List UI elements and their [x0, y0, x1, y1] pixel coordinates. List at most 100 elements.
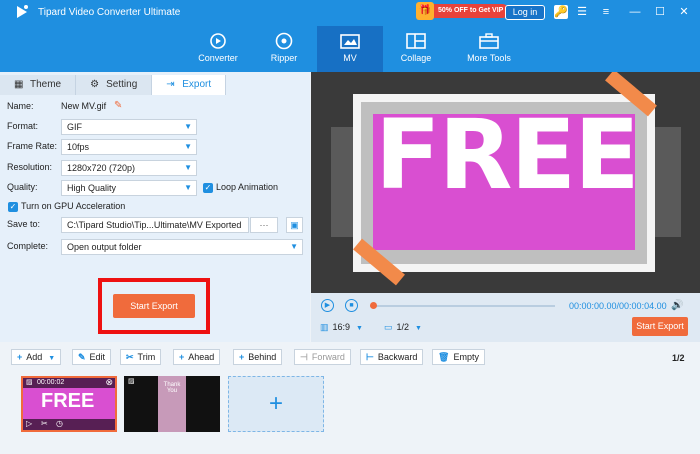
trim-button[interactable]: ✂ Trim [120, 349, 162, 365]
saveto-field[interactable]: C:\Tipard Studio\Tip...Ultimate\MV Expor… [61, 217, 249, 233]
backward-label: Backward [377, 352, 418, 362]
clock-icon[interactable]: ◷ [56, 419, 63, 428]
loop-label: Loop Animation [216, 182, 279, 192]
feedback-icon[interactable]: ☰ [575, 5, 589, 19]
resolution-row: Resolution: 1280x720 (720p) ▼ [0, 160, 310, 176]
forward-button[interactable]: ⊣ Forward [294, 349, 351, 365]
minimize-icon[interactable]: — [628, 5, 642, 19]
aspect-ratio-select[interactable]: ▥ 16:9 ▼ [320, 322, 363, 333]
format-select[interactable]: GIF ▼ [61, 119, 197, 135]
forward-icon: ⊣ [300, 352, 308, 362]
framerate-select[interactable]: 10fps ▼ [61, 139, 197, 155]
toolbox-icon [479, 33, 499, 49]
edit-button[interactable]: ✎ Edit [72, 349, 112, 365]
name-row: Name: New MV.gif ✎ [0, 99, 310, 115]
export-panel: ▦ Theme ⚙ Setting ⇥ Export Name: New MV.gif… [0, 72, 310, 342]
start-export-button[interactable]: Start Export [113, 294, 195, 318]
chevron-down-icon: ▼ [356, 325, 363, 332]
volume-icon[interactable]: 🔊 [671, 300, 683, 312]
tab-export[interactable]: ⇥ Export [152, 75, 227, 95]
play-icon[interactable]: ▷ [26, 419, 32, 428]
gpu-checkbox[interactable]: ✓ Turn on GPU Acceleration [8, 201, 125, 212]
close-icon[interactable]: ✕ [677, 5, 691, 19]
mv-icon [340, 34, 360, 49]
format-label: Format: [7, 121, 39, 131]
quality-value: High Quality [67, 183, 117, 193]
ahead-button[interactable]: + Ahead [173, 349, 221, 365]
browse-button[interactable]: ··· [250, 217, 278, 233]
backward-icon: ⊢ [366, 352, 374, 362]
promo-badge[interactable]: 🎁 50% OFF to Get VIP [416, 2, 510, 20]
maximize-icon[interactable]: ☐ [653, 5, 667, 19]
nav-ripper[interactable]: Ripper [251, 26, 317, 72]
loop-animation-checkbox[interactable]: ✓ Loop Animation [203, 182, 278, 193]
gift-icon: 🎁 [416, 2, 434, 20]
add-clip-slot[interactable]: + [228, 376, 324, 432]
screen-value: 1/2 [396, 322, 410, 332]
framerate-row: Frame Rate: 10fps ▼ [0, 139, 310, 155]
nav-label: Collage [400, 53, 432, 63]
progress-knob[interactable] [370, 302, 377, 309]
plus-icon: + [17, 352, 23, 362]
app-logo-icon [17, 5, 28, 18]
key-icon[interactable]: 🔑 [554, 5, 568, 19]
chevron-down-icon: ▼ [184, 183, 192, 192]
trash-icon: 🗑 [438, 352, 450, 362]
name-label: Name: [7, 101, 34, 111]
format-row: Format: GIF ▼ [0, 119, 310, 135]
plus-icon: + [268, 390, 283, 417]
clip-duration: 00:00:02 [37, 379, 65, 386]
resolution-value: 1280x720 (720p) [67, 163, 136, 173]
check-icon: ✓ [8, 201, 18, 212]
resolution-label: Resolution: [7, 162, 53, 172]
behind-button[interactable]: + Behind [233, 349, 283, 365]
progress-track[interactable] [370, 305, 555, 307]
add-button[interactable]: + Add ▼ [11, 349, 62, 365]
gear-icon: ⚙ [90, 79, 100, 90]
name-value: New MV.gif [61, 101, 107, 111]
edit-name-icon[interactable]: ✎ [114, 100, 122, 111]
backward-button[interactable]: ⊢ Backward [360, 349, 424, 365]
nav-label: MV [343, 53, 357, 63]
empty-button[interactable]: 🗑 Empty [432, 349, 485, 365]
gpu-label: Turn on GPU Acceleration [21, 201, 126, 211]
aspect-ratio-icon: ▥ [320, 322, 329, 332]
quality-select[interactable]: High Quality ▼ [61, 180, 197, 196]
quality-row: Quality: High Quality ▼ ✓ Loop Animation [0, 180, 310, 196]
resolution-select[interactable]: 1280x720 (720p) ▼ [61, 160, 197, 176]
nav-more-tools[interactable]: More Tools [449, 26, 529, 72]
clip-text: FREE [41, 390, 95, 412]
screen-select[interactable]: ▭ 1/2 ▼ [384, 322, 422, 333]
nav-converter[interactable]: Converter [185, 26, 251, 72]
gpu-row: ✓ Turn on GPU Acceleration [0, 199, 310, 215]
quality-label: Quality: [7, 182, 38, 192]
chevron-down-icon: ▼ [290, 242, 298, 251]
saveto-label: Save to: [7, 219, 41, 229]
nav-mv[interactable]: MV [317, 26, 383, 72]
play-icon[interactable]: ▶ [321, 299, 334, 312]
framerate-value: 10fps [67, 142, 90, 152]
export-icon: ⇥ [166, 79, 175, 90]
screen-icon: ▭ [384, 322, 393, 332]
preview-start-export-button[interactable]: Start Export [632, 317, 688, 336]
edit-icon: ✎ [78, 352, 86, 362]
complete-select[interactable]: Open output folder ▼ [61, 239, 303, 255]
login-button[interactable]: Log in [505, 5, 545, 20]
crop-icon[interactable]: ✂ [41, 419, 48, 428]
timeline-clip-1[interactable]: ▨ 00:00:02 ⊗ FREE ▷ ✂ ◷ [21, 376, 117, 432]
chevron-down-icon: ▼ [415, 325, 422, 332]
stop-icon[interactable]: ■ [345, 299, 358, 312]
tab-theme[interactable]: ▦ Theme [0, 75, 77, 95]
panel-tabs: ▦ Theme ⚙ Setting ⇥ Export [0, 75, 227, 95]
menu-icon[interactable]: ≡ [599, 5, 613, 19]
tab-setting[interactable]: ⚙ Setting [76, 75, 153, 95]
check-icon: ✓ [203, 182, 213, 193]
open-folder-icon[interactable]: ▣ [286, 217, 303, 233]
clip-text: Thank You [163, 382, 181, 394]
timeline-clip-2[interactable]: ▨ Thank You [124, 376, 220, 432]
nav-collage[interactable]: Collage [383, 26, 449, 72]
tab-label: Export [182, 79, 212, 90]
player-controls: ▶ ■ 00:00:00.00/00:00:04.00 🔊 ▥ 16:9 ▼ ▭ 1/… [311, 296, 700, 342]
remove-clip-icon[interactable]: ⊗ [105, 378, 113, 388]
ripper-icon [275, 32, 293, 50]
